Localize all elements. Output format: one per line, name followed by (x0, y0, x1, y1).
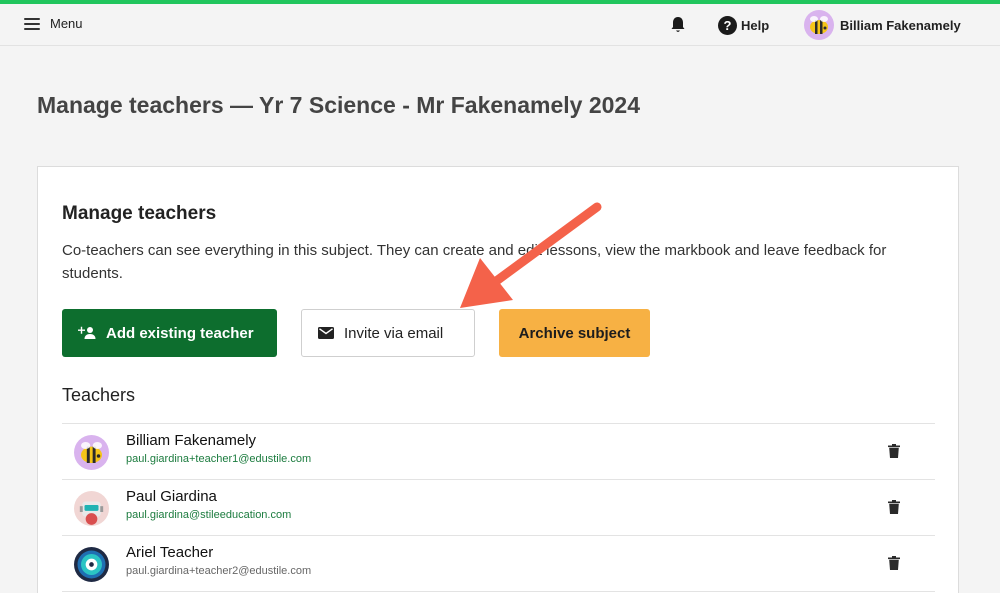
invite-via-email-label: Invite via email (344, 324, 444, 342)
envelope-icon (318, 327, 334, 339)
teacher-email: paul.giardina+teacher1@edustile.com (126, 453, 312, 465)
teachers-list: Billiam Fakenamely paul.giardina+teacher… (62, 423, 935, 592)
card-title: Manage teachers (62, 203, 217, 224)
trash-icon[interactable] (888, 500, 900, 514)
teacher-row: Billiam Fakenamely paul.giardina+teacher… (62, 424, 935, 480)
archive-subject-button[interactable]: Archive subject (499, 309, 650, 357)
page-title: Manage teachers — Yr 7 Science - Mr Fake… (37, 92, 640, 118)
add-person-icon (78, 326, 96, 339)
disc-avatar-icon (74, 547, 109, 582)
teacher-name: Paul Giardina (126, 488, 217, 505)
bee-avatar-icon (74, 435, 109, 470)
robot-avatar-icon (74, 491, 109, 526)
teacher-row: Ariel Teacher paul.giardina+teacher2@edu… (62, 536, 935, 592)
menu-button[interactable]: Menu (24, 16, 83, 31)
add-existing-teacher-button[interactable]: Add existing teacher (62, 309, 277, 357)
trash-icon[interactable] (888, 444, 900, 458)
hamburger-icon (24, 17, 40, 30)
teacher-email: paul.giardina@stileeducation.com (126, 509, 292, 521)
bee-avatar-icon (804, 10, 834, 40)
teachers-heading: Teachers (62, 385, 136, 405)
teacher-name: Billiam Fakenamely (126, 432, 257, 449)
user-menu[interactable]: Billiam Fakenamely (804, 10, 961, 40)
menu-label: Menu (50, 16, 83, 31)
teacher-row: Paul Giardina paul.giardina@stileeducati… (62, 480, 935, 536)
top-bar: Menu ? Help Billiam Fakenamely (0, 4, 1000, 46)
bell-icon[interactable] (668, 15, 688, 35)
teacher-email: paul.giardina+teacher2@edustile.com (126, 565, 312, 577)
user-name: Billiam Fakenamely (840, 17, 961, 33)
trash-icon[interactable] (888, 556, 900, 570)
help-icon: ? (718, 16, 737, 35)
invite-via-email-button[interactable]: Invite via email (301, 309, 475, 357)
teacher-name: Ariel Teacher (126, 544, 214, 561)
help-label: Help (741, 18, 770, 33)
annotation-arrow-icon (460, 202, 602, 308)
archive-subject-label: Archive subject (518, 324, 631, 342)
help-button[interactable]: ? Help (718, 16, 769, 35)
add-existing-teacher-label: Add existing teacher (106, 324, 254, 342)
